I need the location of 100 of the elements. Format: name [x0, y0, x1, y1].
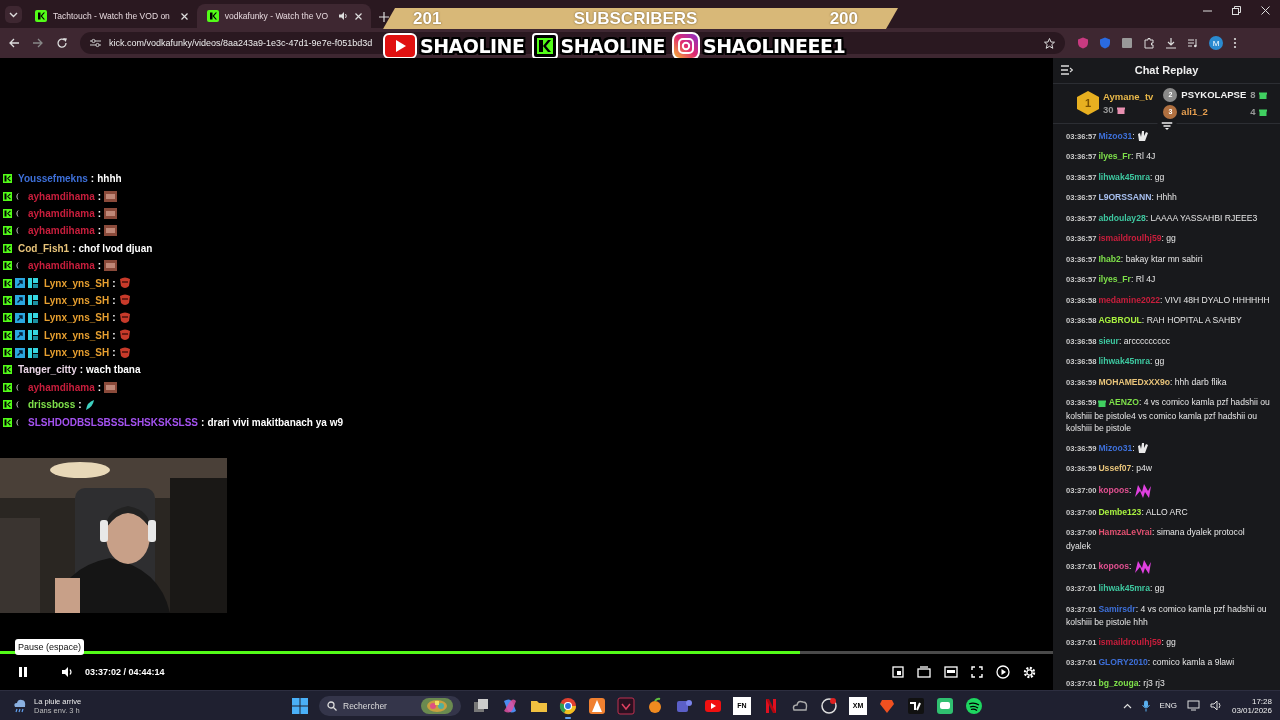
- arrow-badge-icon: [15, 295, 25, 306]
- chat-username: Lynx_yns_SH: [44, 329, 110, 341]
- clip-icon[interactable]: [996, 665, 1010, 679]
- media-icon[interactable]: [1187, 37, 1199, 49]
- logo-badge-icon: [3, 365, 12, 375]
- profile-button[interactable]: M: [1209, 36, 1223, 50]
- volume-icon[interactable]: [61, 666, 73, 678]
- mask-emote-icon: [118, 294, 131, 307]
- browser-tab[interactable]: vodkafunky - Watch the VO: [196, 4, 371, 28]
- browser-tab[interactable]: Tachtouch - Watch the VOD on: [25, 4, 197, 28]
- chat-separator: :: [97, 225, 102, 237]
- volume-icon[interactable]: [1209, 700, 1222, 711]
- leader-name: Aymane_tv: [1103, 91, 1154, 103]
- record-icon[interactable]: [820, 696, 838, 715]
- tab-list-icon[interactable]: [5, 6, 22, 23]
- restore-icon[interactable]: [1232, 5, 1241, 15]
- chat-tile-icon[interactable]: [936, 696, 954, 715]
- sub-badge-icon: [28, 278, 38, 289]
- chat-username: drissboss: [28, 399, 76, 411]
- wings-emote-icon: [1133, 559, 1152, 575]
- chat-separator: :: [112, 294, 116, 306]
- menu-icon[interactable]: [1233, 37, 1237, 49]
- playback-time: 03:37:02 / 04:44:14: [85, 667, 165, 677]
- new-tab-icon[interactable]: [379, 12, 389, 22]
- logo-badge-icon: [3, 313, 12, 323]
- language-indicator[interactable]: ENG: [1159, 701, 1177, 710]
- search-field[interactable]: Rechercher: [319, 695, 461, 716]
- mask-emote-icon: [118, 311, 131, 324]
- sound-wave-icon[interactable]: [965, 696, 983, 715]
- chat-separator: :: [72, 242, 76, 254]
- picture-in-picture-icon[interactable]: [892, 666, 904, 678]
- clock-date[interactable]: 03/01/2026: [1231, 705, 1272, 715]
- sticker-emote-icon: [104, 260, 118, 272]
- leader-name: PSYKOLAPSE: [1181, 89, 1247, 101]
- url-text: kick.com/vodkafunky/videos/8aa243a9-1e3c-47d1-9e7e-f051bd3d: [109, 38, 373, 48]
- fruit-icon[interactable]: [646, 696, 664, 715]
- gift-icon: [1098, 398, 1107, 407]
- sub-badge-icon: [28, 295, 38, 306]
- theater-icon[interactable]: [917, 666, 931, 678]
- miniplayer-icon[interactable]: [944, 666, 958, 678]
- bookmark-star-icon[interactable]: [1044, 37, 1055, 49]
- collapse-icon[interactable]: [1061, 65, 1073, 76]
- shield-icon[interactable]: [1099, 37, 1111, 49]
- shield-icon[interactable]: [1077, 37, 1089, 49]
- settings-icon[interactable]: [1023, 665, 1036, 679]
- rank-badge: 1: [1077, 91, 1099, 116]
- chat-separator: :: [112, 347, 116, 359]
- logo-badge-icon: [3, 261, 12, 271]
- social-handle: SHAOLINE: [420, 35, 525, 57]
- chat-message: drari vivi makitbanach ya w9: [207, 416, 343, 428]
- chat-separator: :: [201, 416, 205, 428]
- chat-separator: :: [90, 173, 95, 185]
- browser-icon[interactable]: [559, 696, 577, 715]
- chat-separator: :: [97, 260, 102, 272]
- subscriber-goal: 200: [829, 8, 858, 29]
- back-icon[interactable]: [8, 37, 20, 49]
- close-icon[interactable]: [354, 11, 363, 21]
- chat-separator: :: [97, 190, 102, 202]
- chat-username: Lynx_yns_SH: [44, 294, 110, 306]
- gift-count: 4: [1250, 106, 1256, 118]
- swirl-icon[interactable]: [501, 696, 519, 715]
- sticker-emote-icon: [104, 225, 118, 237]
- sub-badge-icon: [28, 347, 38, 358]
- windows-stack-icon[interactable]: [472, 696, 490, 715]
- chat-username: ayhamdihama: [28, 225, 95, 237]
- logo-badge-icon: [3, 191, 12, 201]
- subscriber-count: 201: [413, 8, 442, 29]
- forward-icon[interactable]: [32, 37, 44, 49]
- logo-badge-icon: [3, 382, 12, 392]
- chart-tile-icon[interactable]: [907, 696, 925, 715]
- logo-badge-icon: [3, 417, 12, 427]
- banner-title: SUBSCRIBERS: [573, 8, 698, 29]
- network-icon[interactable]: [1186, 700, 1200, 711]
- mask-emote-icon: [118, 277, 131, 290]
- sticker-emote-icon: [104, 381, 118, 393]
- chevron-icon[interactable]: [617, 696, 635, 715]
- sticker-emote-icon: [104, 190, 118, 202]
- arrow-badge-icon: [15, 330, 25, 341]
- puzzle-icon[interactable]: [1143, 37, 1155, 49]
- download-icon[interactable]: [1165, 37, 1177, 49]
- reload-icon[interactable]: [56, 37, 68, 49]
- close-icon[interactable]: [179, 11, 189, 21]
- microphone-icon[interactable]: [1141, 699, 1150, 712]
- progress-track[interactable]: [0, 651, 1053, 654]
- chat-username: Youssefmekns: [18, 173, 88, 185]
- chat-username: Lynx_yns_SH: [44, 277, 110, 289]
- rain-cloud-icon: [12, 697, 28, 714]
- chat-username: ayhamdihama: [28, 207, 95, 219]
- chevron-up-icon[interactable]: [1122, 702, 1132, 709]
- close-icon[interactable]: [1261, 5, 1270, 15]
- gift-count: 30: [1103, 104, 1114, 116]
- arrow-badge-icon: [15, 347, 25, 358]
- filter-icon[interactable]: [1161, 121, 1172, 130]
- chat-username: SLSHDODBSLSBSSLSHSKSKSLSS: [28, 416, 199, 428]
- arrow-badge-icon: [15, 278, 25, 289]
- fullscreen-icon[interactable]: [971, 666, 983, 678]
- start-icon[interactable]: [292, 697, 308, 714]
- square-icon[interactable]: [1121, 37, 1133, 49]
- pause-icon[interactable]: [17, 666, 29, 678]
- clock-time[interactable]: 17:28: [1251, 696, 1272, 706]
